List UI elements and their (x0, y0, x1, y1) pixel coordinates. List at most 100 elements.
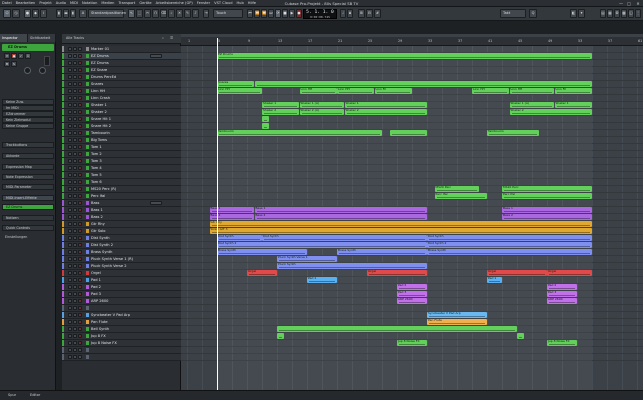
track-mute-button[interactable] (68, 285, 72, 289)
event-clip[interactable]: Linn Fil (374, 88, 412, 94)
track-record-button[interactable] (78, 222, 82, 226)
event-clip[interactable]: Jup 8 Noise FX (547, 340, 577, 346)
track-mute-button[interactable] (68, 257, 72, 261)
track-solo-button[interactable] (73, 306, 77, 310)
track-solo-button[interactable] (73, 96, 77, 100)
event-clip[interactable]: Shaker 2 (509, 109, 592, 115)
grid-select[interactable]: Takt (500, 9, 526, 18)
draw-tool[interactable]: ✎ (184, 9, 191, 18)
track-row[interactable]: Pluck Synth Verse 2 (62, 263, 181, 270)
routing-group[interactable]: Keine Gruppe (2, 123, 54, 129)
track-mute-button[interactable] (68, 187, 72, 191)
track-row[interactable]: Bass 1 (62, 207, 181, 214)
track-row[interactable]: Gtr Solo (62, 228, 181, 235)
window-layout-icon[interactable]: ◫ (628, 9, 634, 18)
track-solo-button[interactable] (73, 355, 77, 359)
inspector-lock-button[interactable]: ⚿ (25, 53, 31, 59)
track-row[interactable]: EZ Drums (62, 60, 181, 67)
event-clip[interactable]: Linn Fil (554, 88, 592, 94)
track-row[interactable]: ARP 2600 (62, 298, 181, 305)
track-solo-button[interactable] (73, 320, 77, 324)
track-row[interactable]: Snares (62, 81, 181, 88)
event-clip[interactable]: SOLO GIT 3 (209, 228, 592, 234)
event-clip[interactable]: Dist Synth (217, 235, 262, 241)
track-row[interactable]: Brass Synth (62, 249, 181, 256)
go-start-button[interactable]: ⏮ (247, 9, 253, 18)
track-record-button[interactable] (78, 152, 82, 156)
track-list-search-icon[interactable]: ⌕ (162, 36, 164, 40)
cycle-button[interactable]: ⟳ (275, 9, 281, 18)
track-record-button[interactable] (78, 264, 82, 268)
rewind-button[interactable]: ⏪ (254, 9, 260, 18)
inspector-mute-button[interactable]: M (4, 61, 10, 67)
track-row[interactable]: Tambourin (62, 130, 181, 137)
section-chords[interactable]: Akkorde (2, 153, 54, 159)
split-tool[interactable]: ✂ (144, 9, 151, 18)
menu-item[interactable]: Audio (56, 0, 66, 7)
track-solo-button[interactable] (73, 313, 77, 317)
menu-item[interactable]: Fenster (197, 0, 210, 7)
track-mute-button[interactable] (68, 194, 72, 198)
track-mute-button[interactable] (68, 68, 72, 72)
menu-item[interactable]: Geräte (139, 0, 151, 7)
track-mute-button[interactable] (68, 124, 72, 128)
track-record-button[interactable] (78, 68, 82, 72)
track-mute-button[interactable] (68, 208, 72, 212)
track-solo-button[interactable] (73, 124, 77, 128)
menu-item[interactable]: MIDI (70, 0, 78, 7)
event-clip[interactable]: Dist Synth 2 (217, 242, 427, 248)
track-row[interactable]: Linn HH (62, 88, 181, 95)
section-instrument[interactable]: EZ Drums (2, 204, 54, 210)
track-mute-button[interactable] (68, 222, 72, 226)
grid-type-icon[interactable]: # (374, 9, 381, 18)
event-clip[interactable]: Brass Synth (217, 249, 307, 255)
event-clip[interactable]: Brass Synth (337, 249, 427, 255)
track-mute-button[interactable] (68, 61, 72, 65)
track-solo-button[interactable] (73, 180, 77, 184)
track-record-button[interactable] (78, 166, 82, 170)
activate-project-button[interactable]: ⏻ (3, 9, 11, 18)
track-record-button[interactable] (78, 103, 82, 107)
track-record-button[interactable] (78, 75, 82, 79)
section-settings[interactable]: Einstellungen (2, 235, 54, 241)
track-record-button[interactable] (78, 334, 82, 338)
event-clip[interactable]: Pad 1 (307, 277, 337, 283)
zoom-tool[interactable]: ⌕ (168, 9, 175, 18)
track-mute-button[interactable] (68, 250, 72, 254)
timeline-ruler[interactable]: 1591317212529333741454953576165 (181, 37, 643, 46)
event-clip[interactable]: Orgel (367, 270, 427, 276)
track-mute-button[interactable] (68, 159, 72, 163)
track-record-button[interactable] (78, 306, 82, 310)
event-clip[interactable]: ARP 2600 (397, 298, 427, 304)
track-record-button[interactable] (78, 187, 82, 191)
track-row[interactable]: MS20 Perc (R) (62, 186, 181, 193)
track-row[interactable]: Bass 2 (62, 214, 181, 221)
track-record-button[interactable] (78, 180, 82, 184)
erase-tool[interactable]: ⌫ (160, 9, 167, 18)
track-record-button[interactable] (78, 355, 82, 359)
inspector-monitor-button[interactable]: ♪ (18, 53, 24, 59)
track-solo-button[interactable] (73, 285, 77, 289)
record-button[interactable]: ● (296, 9, 302, 18)
track-mute-button[interactable] (68, 299, 72, 303)
track-mute-button[interactable] (68, 355, 72, 359)
event-clip[interactable]: Pad 1 (487, 277, 502, 283)
instrument-edit-button[interactable] (150, 201, 162, 205)
track-mute-button[interactable] (68, 292, 72, 296)
track-solo-button[interactable] (73, 278, 77, 282)
event-clip[interactable]: Orgel (487, 270, 547, 276)
track-row[interactable]: Gtr Rhy (62, 221, 181, 228)
track-row[interactable]: Tom 5 (62, 172, 181, 179)
track-solo-button[interactable] (73, 47, 77, 51)
track-record-button[interactable] (78, 159, 82, 163)
event-clip[interactable]: Jup 8 Noise FX (397, 340, 427, 346)
track-row[interactable] (62, 347, 181, 354)
event-clip[interactable]: Syncbeater V Pad Arp (427, 312, 487, 318)
automation-mode-select[interactable]: Touch (213, 9, 243, 18)
inspector-bypass-button[interactable]: ⏻ (4, 53, 10, 59)
track-solo-button[interactable] (73, 327, 77, 331)
track-row[interactable]: EZ Drums (62, 53, 181, 60)
menu-item[interactable]: Hub (236, 0, 243, 7)
event-clip[interactable]: Shaker 1 (554, 102, 592, 108)
track-solo-button[interactable] (73, 348, 77, 352)
